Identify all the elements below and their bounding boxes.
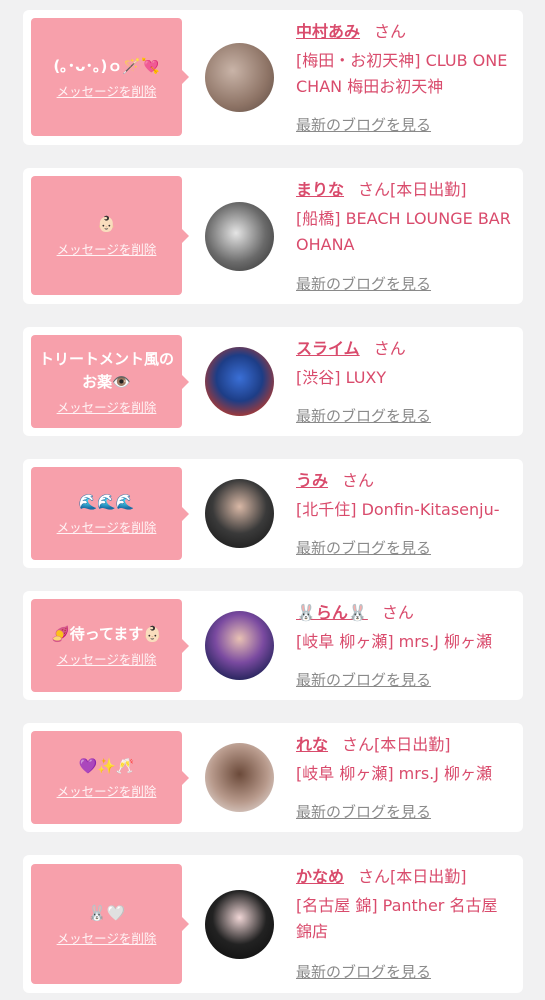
blog-link[interactable]: 最新のブログを見る: [296, 273, 431, 294]
shop-name: [名古屋 錦] Panther 名古屋錦店: [296, 896, 498, 941]
message-text: 🍠待ってます👶🏻: [51, 625, 162, 643]
shop-name: [渋谷] LUXY: [296, 368, 387, 387]
profile-info: うみ さん [北千住] Donfin-Kitasenju-: [296, 469, 513, 523]
message-card: 🌊🌊🌊 メッセージを削除 うみ さん [北千住] Donfin-Kitasenju…: [23, 459, 523, 568]
profile-name-link[interactable]: かなめ: [296, 867, 344, 886]
message-bubble: (｡･ᴗ･｡)ｏ🪄💘 メッセージを削除: [31, 18, 189, 136]
message-list: (｡･ᴗ･｡)ｏ🪄💘 メッセージを削除 中村あみ さん [梅田・お初天神] CLU…: [0, 0, 545, 1000]
delete-message-link[interactable]: メッセージを削除: [57, 239, 157, 258]
avatar[interactable]: [205, 611, 274, 680]
message-card: (｡･ᴗ･｡)ｏ🪄💘 メッセージを削除 中村あみ さん [梅田・お初天神] CLU…: [23, 10, 523, 145]
delete-message-link[interactable]: メッセージを削除: [57, 81, 157, 100]
name-suffix: さん: [381, 603, 414, 622]
message-card: トリートメント風のお薬👁️ メッセージを削除 スライム さん [渋谷] LUXY …: [23, 327, 523, 436]
profile-name-link[interactable]: うみ: [296, 471, 328, 490]
profile-info: 中村あみ さん [梅田・お初天神] CLUB ONE CHAN 梅田お初天神: [296, 20, 513, 100]
message-bubble: 🐰🤍 メッセージを削除: [31, 864, 189, 984]
message-text: 👶🏻: [97, 215, 116, 233]
delete-message-link[interactable]: メッセージを削除: [57, 517, 157, 536]
message-text: 🌊🌊🌊: [78, 493, 135, 511]
delete-message-link[interactable]: メッセージを削除: [57, 928, 157, 947]
shop-name: [岐阜 柳ヶ瀬] mrs.J 柳ヶ瀬: [296, 632, 493, 651]
message-bubble: 💜✨🥂 メッセージを削除: [31, 731, 189, 824]
name-suffix: さん: [374, 22, 407, 41]
name-suffix: さん[本日出勤]: [342, 735, 451, 754]
delete-message-link[interactable]: メッセージを削除: [57, 397, 157, 416]
profile-info: れな さん[本日出勤] [岐阜 柳ヶ瀬] mrs.J 柳ヶ瀬: [296, 733, 513, 787]
name-suffix: さん[本日出勤]: [358, 867, 467, 886]
profile-info: スライム さん [渋谷] LUXY: [296, 337, 513, 391]
profile-info: まりな さん[本日出勤] [船橋] BEACH LOUNGE BAR OHANA: [296, 178, 513, 258]
blog-link[interactable]: 最新のブログを見る: [296, 114, 431, 135]
shop-name: [岐阜 柳ヶ瀬] mrs.J 柳ヶ瀬: [296, 764, 493, 783]
message-bubble: 👶🏻 メッセージを削除: [31, 176, 189, 295]
shop-name: [船橋] BEACH LOUNGE BAR OHANA: [296, 209, 511, 254]
delete-message-link[interactable]: メッセージを削除: [57, 649, 157, 668]
avatar[interactable]: [205, 43, 274, 112]
avatar[interactable]: [205, 479, 274, 548]
profile-name-link[interactable]: 🐰らん🐰: [296, 603, 368, 622]
avatar[interactable]: [205, 743, 274, 812]
message-text: (｡･ᴗ･｡)ｏ🪄💘: [53, 56, 160, 75]
message-text: 🐰🤍: [87, 903, 126, 922]
message-bubble: 🌊🌊🌊 メッセージを削除: [31, 467, 189, 560]
message-text: トリートメント風のお薬👁️: [38, 349, 174, 391]
message-card: 🍠待ってます👶🏻 メッセージを削除 🐰らん🐰 さん [岐阜 柳ヶ瀬] mrs.J …: [23, 591, 523, 700]
profile-name-link[interactable]: スライム: [296, 339, 360, 358]
avatar[interactable]: [205, 347, 274, 416]
message-text: 💜✨🥂: [78, 757, 135, 775]
profile-info: 🐰らん🐰 さん [岐阜 柳ヶ瀬] mrs.J 柳ヶ瀬: [296, 601, 513, 655]
profile-name-link[interactable]: れな: [296, 735, 328, 754]
blog-link[interactable]: 最新のブログを見る: [296, 405, 431, 426]
message-card: 🐰🤍 メッセージを削除 かなめ さん[本日出勤] [名古屋 錦] Panther …: [23, 855, 523, 993]
profile-name-link[interactable]: まりな: [296, 180, 344, 199]
blog-link[interactable]: 最新のブログを見る: [296, 961, 431, 982]
message-card: 👶🏻 メッセージを削除 まりな さん[本日出勤] [船橋] BEACH LOUNG…: [23, 168, 523, 304]
shop-name: [北千住] Donfin-Kitasenju-: [296, 500, 500, 519]
name-suffix: さん: [342, 471, 375, 490]
name-suffix: さん: [373, 339, 406, 358]
profile-name-link[interactable]: 中村あみ: [296, 22, 360, 41]
profile-info: かなめ さん[本日出勤] [名古屋 錦] Panther 名古屋錦店: [296, 865, 513, 945]
avatar[interactable]: [205, 890, 274, 959]
message-card: 💜✨🥂 メッセージを削除 れな さん[本日出勤] [岐阜 柳ヶ瀬] mrs.J 柳…: [23, 723, 523, 832]
avatar[interactable]: [205, 202, 274, 271]
message-bubble: トリートメント風のお薬👁️ メッセージを削除: [31, 335, 189, 428]
message-bubble: 🍠待ってます👶🏻 メッセージを削除: [31, 599, 189, 692]
shop-name: [梅田・お初天神] CLUB ONE CHAN 梅田お初天神: [296, 51, 508, 96]
blog-link[interactable]: 最新のブログを見る: [296, 537, 431, 558]
delete-message-link[interactable]: メッセージを削除: [57, 781, 157, 800]
blog-link[interactable]: 最新のブログを見る: [296, 801, 431, 822]
blog-link[interactable]: 最新のブログを見る: [296, 669, 431, 690]
name-suffix: さん[本日出勤]: [358, 180, 467, 199]
